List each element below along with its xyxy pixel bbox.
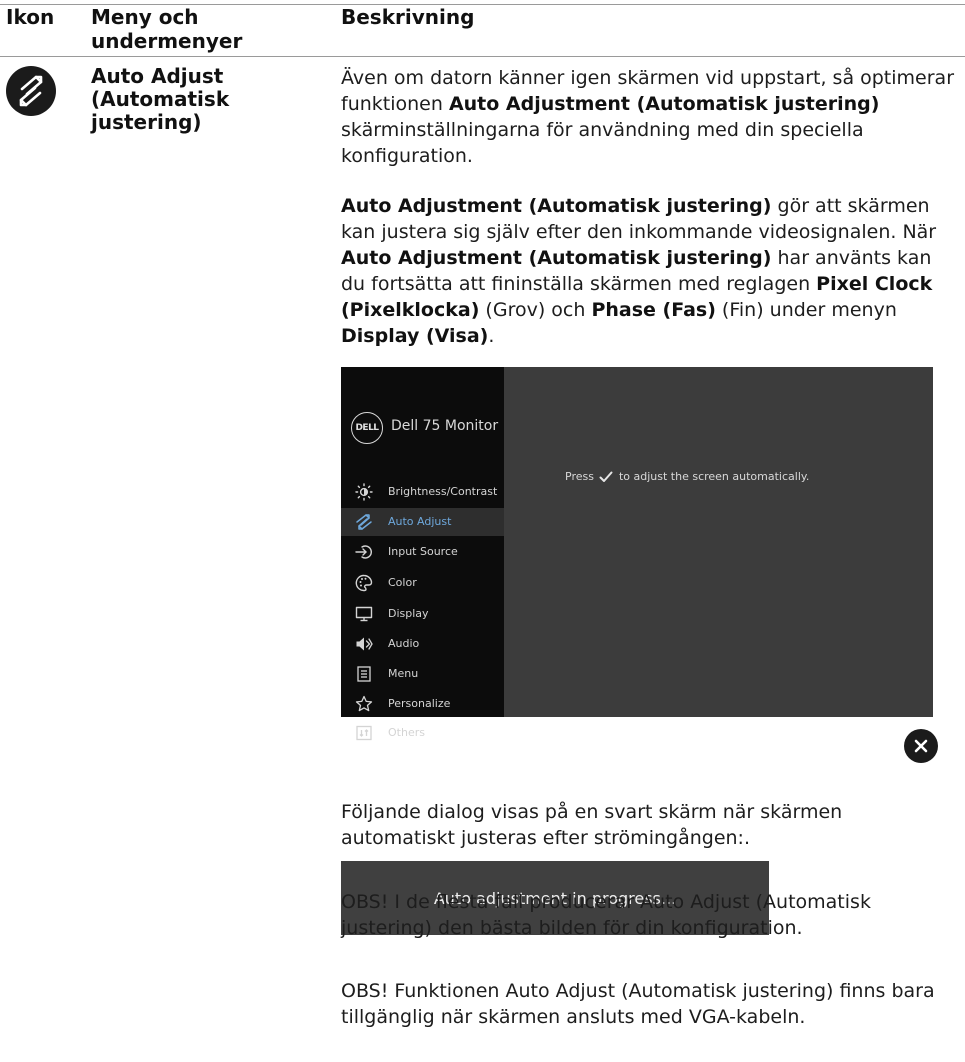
osd-item-audio[interactable]: Audio xyxy=(341,630,504,658)
osd-item-label: Menu xyxy=(388,667,419,680)
menu-title: Auto Adjust (Automatisk justering) xyxy=(91,64,230,134)
auto-adjust-icon xyxy=(356,514,372,530)
osd-sidebar: DELL Dell 75 Monitor Brightness/Contrast xyxy=(341,367,504,741)
osd-item-label: Others xyxy=(388,726,425,739)
osd-item-menu[interactable]: Menu xyxy=(341,660,504,688)
description-paragraph-3: Följande dialog visas på en svart skärm … xyxy=(341,801,843,849)
osd-instruction-message: Press to adjust the screen automatically… xyxy=(565,470,810,483)
note-1: OBS! I de flesta fall producerar Auto Ad… xyxy=(341,891,871,939)
osd-item-label: Audio xyxy=(388,637,420,650)
menu-icon xyxy=(357,666,371,682)
checkmark-icon xyxy=(599,471,613,482)
osd-monitor-title: Dell 75 Monitor xyxy=(391,418,499,434)
column-header-icon: Ikon xyxy=(6,5,55,29)
osd-item-auto-adjust[interactable]: Auto Adjust xyxy=(341,508,504,536)
note-2: OBS! Funktionen Auto Adjust (Automatisk … xyxy=(341,980,935,1028)
star-icon xyxy=(355,695,373,712)
osd-screenshot: DELL Dell 75 Monitor Brightness/Contrast xyxy=(341,367,933,741)
description-paragraph-1: Även om datorn känner igen skärmen vid u… xyxy=(341,67,955,167)
osd-item-label: Auto Adjust xyxy=(388,515,452,528)
brightness-icon xyxy=(355,483,373,501)
osd-item-brightness-contrast[interactable]: Brightness/Contrast xyxy=(341,478,504,506)
input-source-icon xyxy=(355,545,372,559)
auto-adjust-icon xyxy=(6,66,56,116)
osd-item-others[interactable]: Others xyxy=(341,719,504,747)
dell-logo: DELL xyxy=(351,412,383,444)
column-header-description: Beskrivning xyxy=(341,5,475,29)
close-icon xyxy=(904,729,938,763)
osd-item-label: Personalize xyxy=(388,697,451,710)
osd-item-label: Display xyxy=(388,607,429,620)
osd-item-label: Brightness/Contrast xyxy=(388,485,498,498)
color-palette-icon xyxy=(355,574,373,592)
display-icon xyxy=(355,606,373,622)
osd-item-input-source[interactable]: Input Source xyxy=(341,538,504,566)
osd-item-label: Color xyxy=(388,576,417,589)
others-icon xyxy=(356,725,372,741)
header-divider xyxy=(0,56,965,57)
osd-item-color[interactable]: Color xyxy=(341,569,504,597)
column-header-menu: Meny och undermenyer xyxy=(91,5,243,53)
description-paragraph-2: Auto Adjustment (Automatisk justering) g… xyxy=(341,195,937,347)
osd-item-label: Input Source xyxy=(388,545,458,558)
osd-item-display[interactable]: Display xyxy=(341,600,504,628)
speaker-icon xyxy=(356,637,373,651)
osd-item-personalize[interactable]: Personalize xyxy=(341,690,504,718)
